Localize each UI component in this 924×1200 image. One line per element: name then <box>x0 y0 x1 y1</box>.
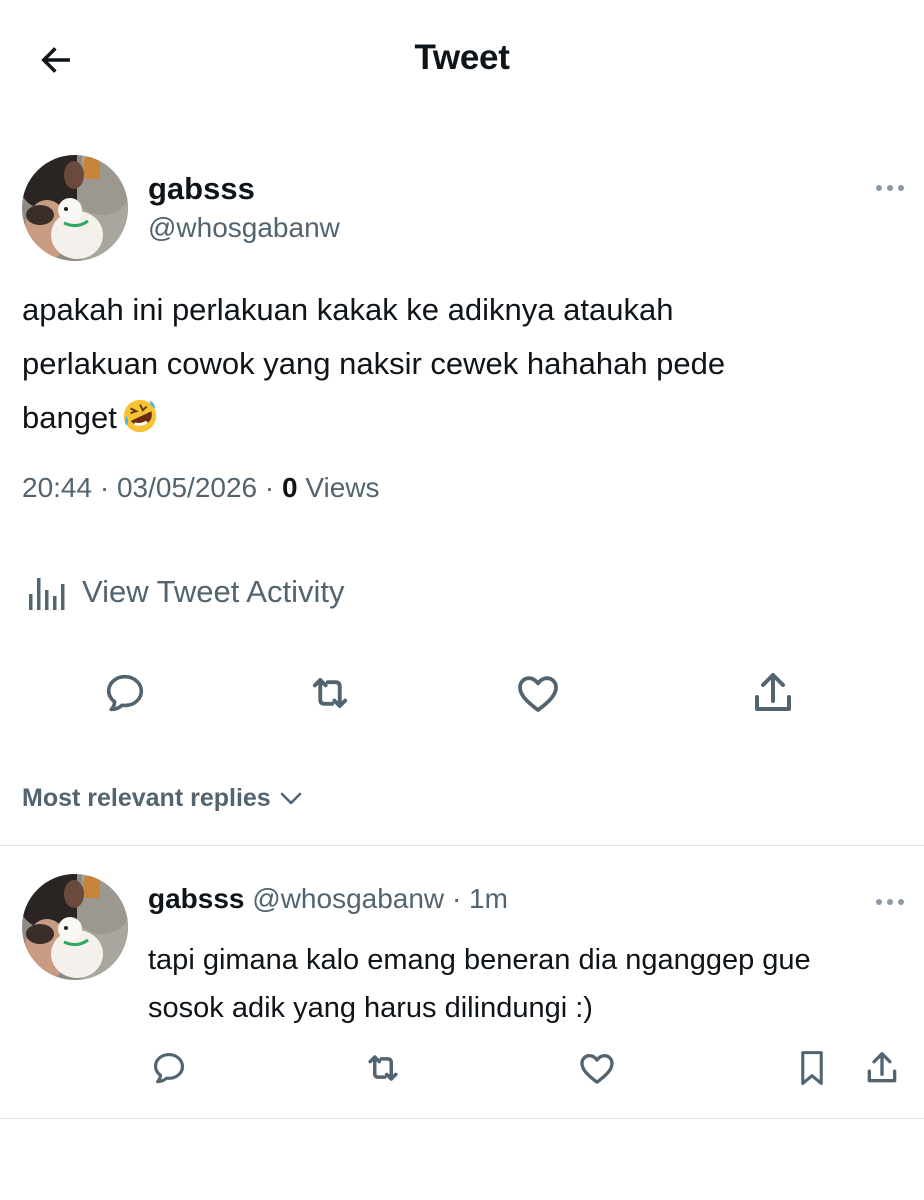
reply-bookmark-button[interactable] <box>794 1046 830 1090</box>
reply-button[interactable] <box>100 668 150 718</box>
analytics-bars-icon <box>29 578 65 610</box>
reply-retweet-button[interactable] <box>360 1046 406 1090</box>
more-horizontal-icon <box>876 185 904 191</box>
divider <box>0 1118 924 1119</box>
views-count: 0 <box>282 472 298 503</box>
reply-more-options-button[interactable] <box>870 890 910 914</box>
views-label: Views <box>305 472 380 503</box>
reply-reply-button[interactable] <box>148 1048 190 1088</box>
heart-icon <box>518 676 558 712</box>
view-tweet-activity-label: View Tweet Activity <box>82 574 345 609</box>
comment-icon <box>106 674 144 712</box>
share-icon <box>755 673 791 711</box>
reply-time[interactable]: · 1m <box>452 883 508 914</box>
reply-author-name[interactable]: gabsss <box>148 883 245 914</box>
tweet-meta: 20:44 · 03/05/2026 · 0 Views <box>22 472 380 504</box>
reply-text-line: tapi gimana kalo emang beneran dia ngang… <box>148 944 811 976</box>
reply-text: tapi gimana kalo emang beneran dia ngang… <box>148 936 811 1032</box>
share-icon <box>867 1052 897 1083</box>
separator: · <box>92 472 117 503</box>
view-tweet-activity-button[interactable]: View Tweet Activity <box>22 568 344 616</box>
retweet-icon <box>312 678 348 708</box>
avatar[interactable] <box>22 155 128 261</box>
author-name[interactable]: gabsss <box>148 171 255 207</box>
like-button[interactable] <box>512 668 564 718</box>
tweet-text-line: banget <box>22 400 117 435</box>
reply-sort-dropdown[interactable]: Most relevant replies <box>22 780 307 816</box>
heart-icon <box>580 1054 614 1084</box>
more-horizontal-icon <box>876 899 904 905</box>
reply-like-button[interactable] <box>576 1048 618 1088</box>
reply-avatar[interactable] <box>22 874 128 980</box>
reply-share-button[interactable] <box>860 1046 904 1090</box>
author-handle[interactable]: @whosgabanw <box>148 212 340 244</box>
page-title: Tweet <box>414 38 510 77</box>
chevron-down-icon <box>280 792 302 805</box>
retweet-icon <box>368 1055 398 1081</box>
separator: · <box>257 472 282 503</box>
tweet-date[interactable]: 03/05/2026 <box>117 472 257 503</box>
divider <box>0 845 924 846</box>
reply-header: gabsss @whosgabanw · 1m <box>148 883 508 915</box>
comment-icon <box>153 1052 185 1084</box>
tweet-text: apakah ini perlakuan kakak ke adiknya at… <box>22 283 902 445</box>
rolling-on-floor-laughing-emoji <box>123 399 156 433</box>
tweet-time[interactable]: 20:44 <box>22 472 92 503</box>
bookmark-icon <box>801 1051 823 1085</box>
retweet-button[interactable] <box>303 666 357 720</box>
reply-text-line: sosok adik yang harus dilindungi :) <box>148 992 593 1024</box>
reply-author-handle[interactable]: @whosgabanw <box>252 883 444 914</box>
top-bar: Tweet <box>0 0 924 120</box>
tweet-text-line-last: banget <box>22 391 902 445</box>
share-button[interactable] <box>748 666 798 720</box>
tweet-text-line: apakah ini perlakuan kakak ke adiknya at… <box>22 292 674 327</box>
more-options-button[interactable] <box>870 176 910 200</box>
tweet-text-line: perlakuan cowok yang naksir cewek hahaha… <box>22 346 726 381</box>
reply-sort-label: Most relevant replies <box>22 783 271 812</box>
